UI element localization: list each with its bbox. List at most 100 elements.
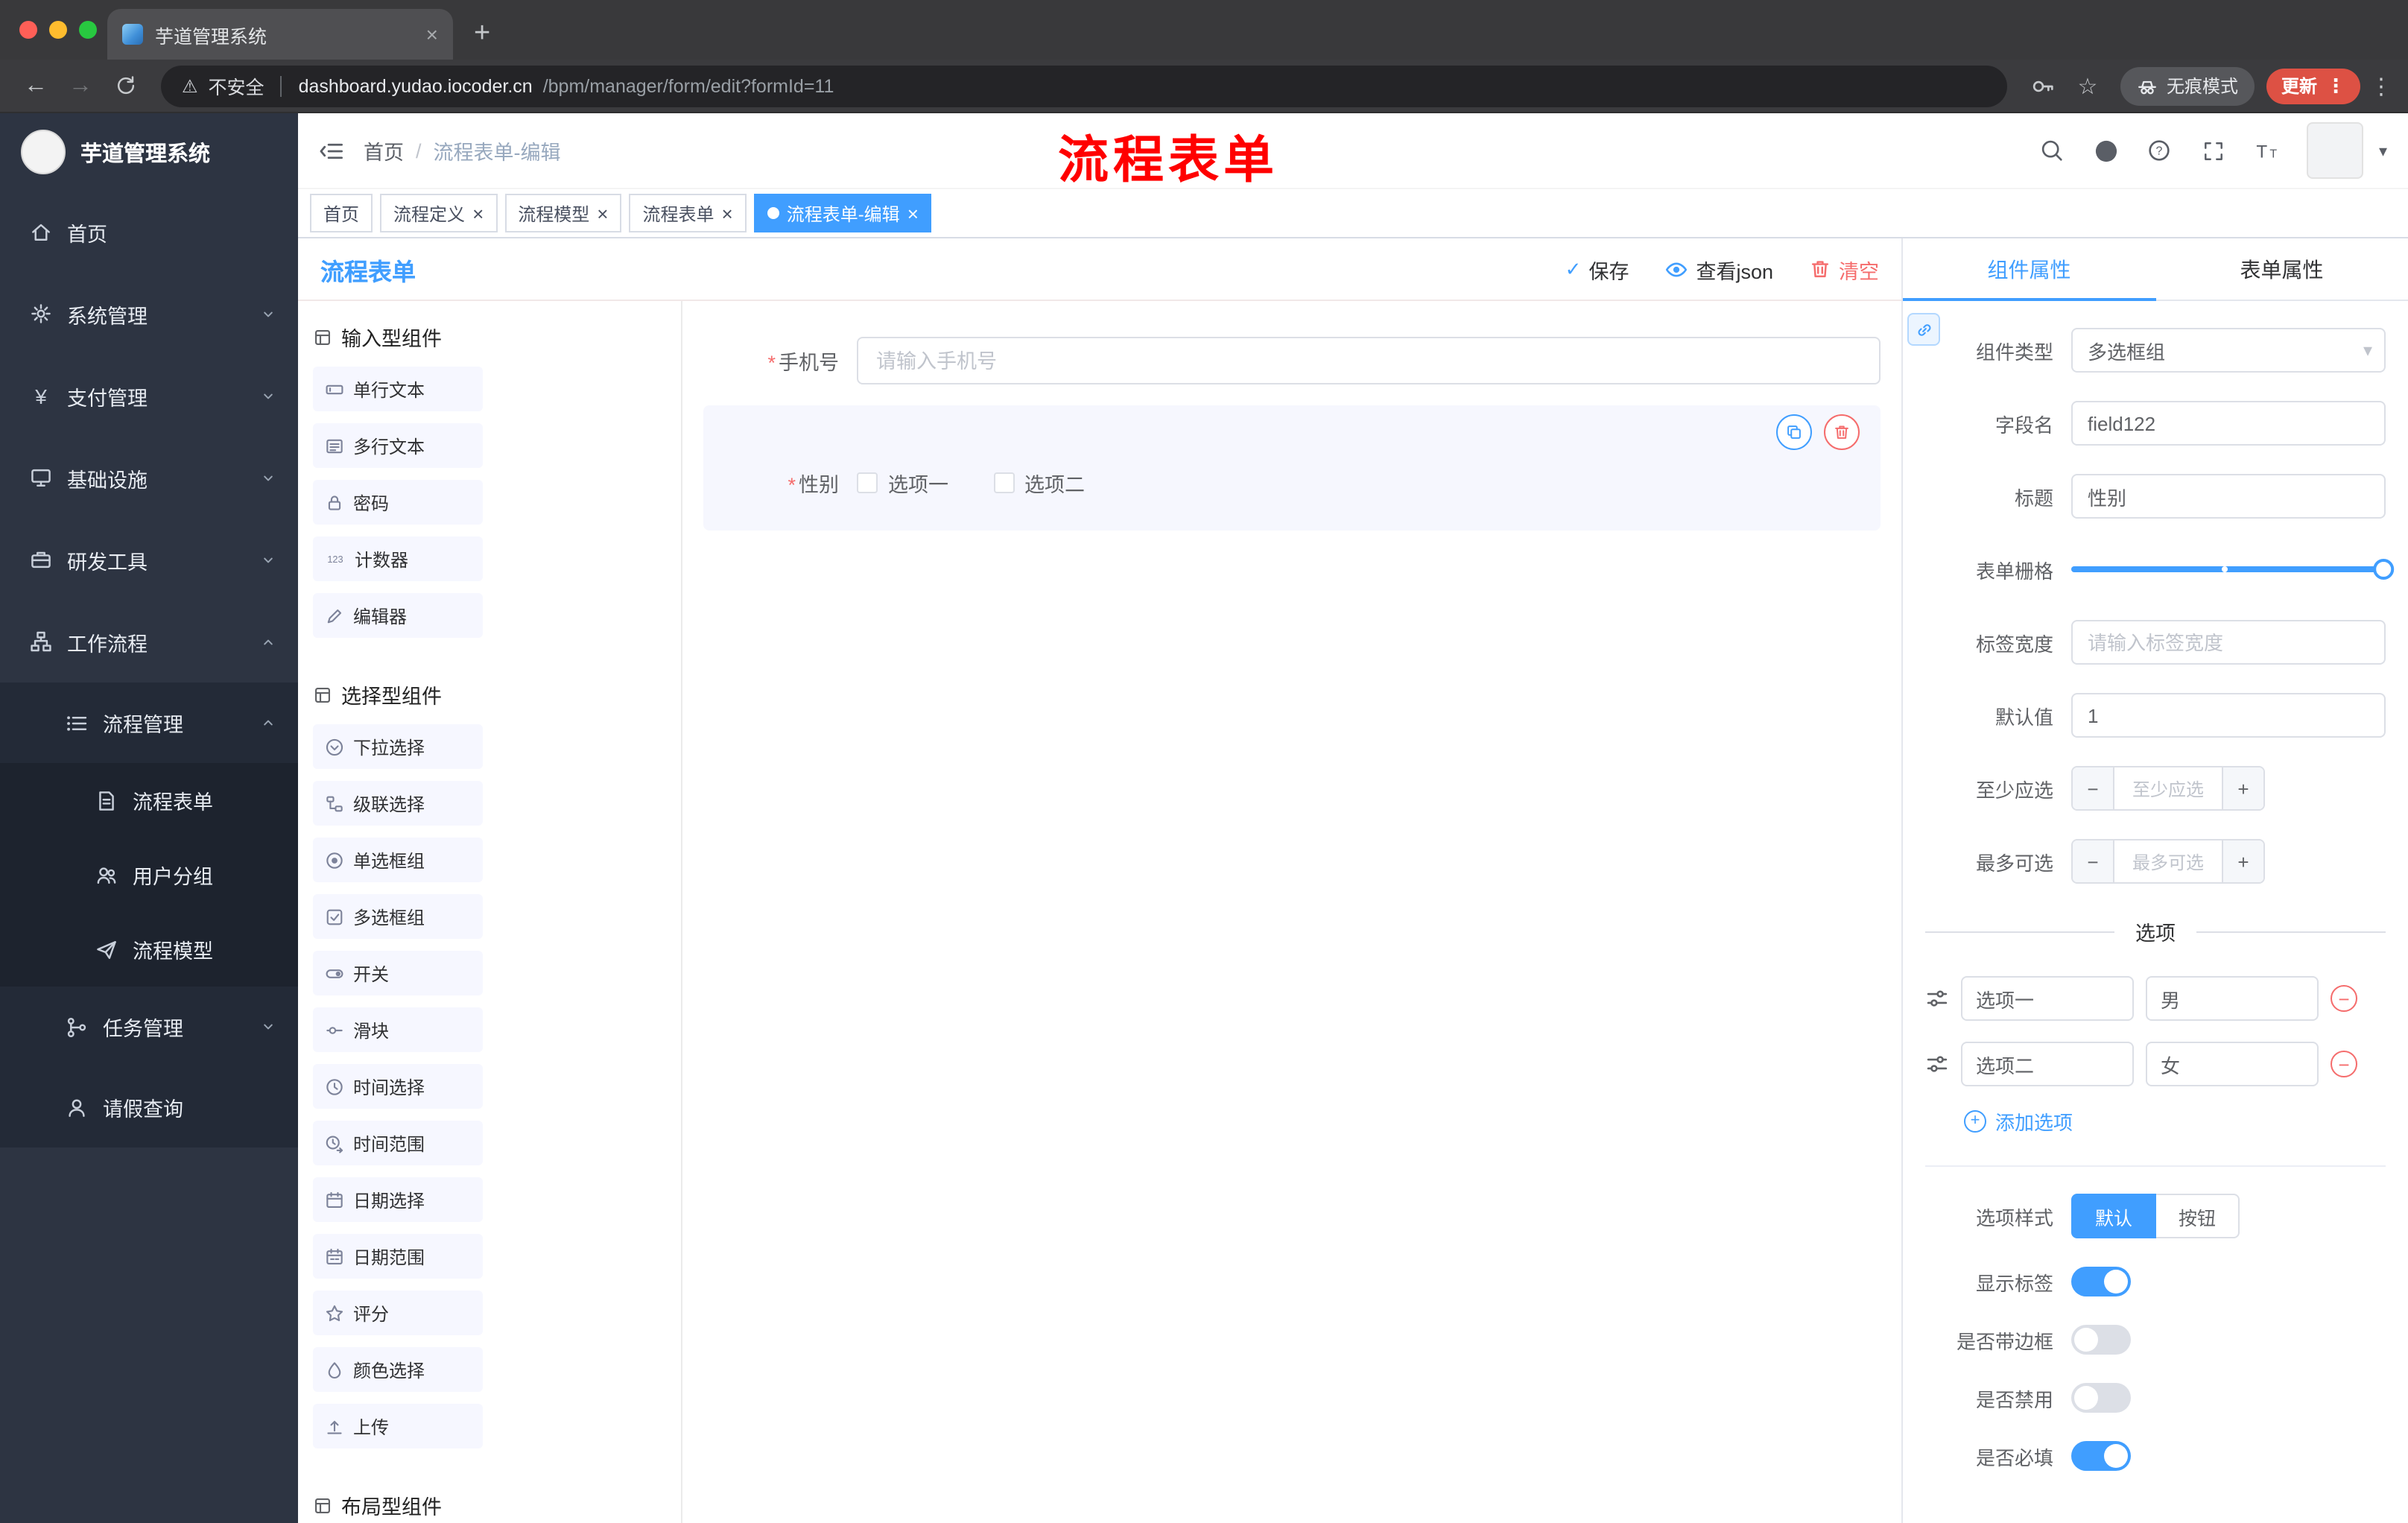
- tab-close-icon[interactable]: ×: [426, 24, 438, 45]
- search-button[interactable]: [2030, 128, 2075, 173]
- tag-close-icon[interactable]: ×: [472, 203, 484, 223]
- tag-close-icon[interactable]: ×: [907, 203, 919, 223]
- gender-checkbox-option1[interactable]: 选项一: [857, 468, 948, 498]
- palette-item-color-picker[interactable]: 颜色选择: [313, 1347, 483, 1392]
- palette-item-checkbox-group[interactable]: 多选框组: [313, 894, 483, 939]
- reload-button[interactable]: [104, 65, 146, 107]
- help-button[interactable]: [2138, 128, 2182, 173]
- slider-track[interactable]: [2071, 566, 2386, 572]
- tab-form-props[interactable]: 表单属性: [2155, 238, 2408, 300]
- palette-item-switch[interactable]: 开关: [313, 951, 483, 995]
- option-value-input[interactable]: [2146, 1042, 2319, 1086]
- remove-option-button[interactable]: −: [2331, 1051, 2357, 1077]
- max-select-value[interactable]: 最多可选: [2114, 840, 2222, 882]
- sidebar-item-process-model[interactable]: 流程模型: [0, 912, 298, 987]
- user-avatar[interactable]: [2307, 122, 2364, 179]
- grid-slider[interactable]: [2071, 547, 2395, 592]
- clear-button[interactable]: 清空: [1809, 254, 1879, 284]
- copy-item-button[interactable]: [1776, 414, 1812, 450]
- palette-item-cascader[interactable]: 级联选择: [313, 781, 483, 826]
- increase-button[interactable]: +: [2222, 767, 2263, 809]
- sidebar-logo[interactable]: 芋道管理系统: [0, 113, 298, 191]
- palette-item-date-range[interactable]: 日期范围: [313, 1234, 483, 1279]
- fullscreen-button[interactable]: [2191, 128, 2236, 173]
- style-button-button[interactable]: 按钮: [2156, 1194, 2240, 1238]
- bookmark-star-icon[interactable]: ☆: [2067, 65, 2108, 107]
- font-size-button[interactable]: [2245, 128, 2290, 173]
- tag-process-definition[interactable]: 流程定义 ×: [380, 194, 498, 232]
- checkbox-box[interactable]: [993, 472, 1014, 493]
- required-toggle[interactable]: [2071, 1441, 2131, 1471]
- palette-item-time-picker[interactable]: 时间选择: [313, 1064, 483, 1109]
- title-input[interactable]: [2071, 474, 2386, 519]
- checkbox-box[interactable]: [857, 472, 878, 493]
- sidebar-item-system-management[interactable]: 系统管理: [0, 273, 298, 355]
- gender-checkbox-option2[interactable]: 选项二: [993, 468, 1085, 498]
- decrease-button[interactable]: −: [2073, 767, 2114, 809]
- breadcrumb-home[interactable]: 首页: [364, 136, 404, 165]
- window-close-button[interactable]: [19, 21, 37, 39]
- sidebar-item-process-management[interactable]: 流程管理: [0, 683, 298, 763]
- address-bar[interactable]: ⚠ 不安全 dashboard.yudao.iocoder.cn /bpm/ma…: [161, 65, 2007, 107]
- disabled-toggle[interactable]: [2071, 1383, 2131, 1413]
- back-button[interactable]: ←: [15, 65, 57, 107]
- palette-item-slider[interactable]: 滑块: [313, 1007, 483, 1052]
- gender-field-selected[interactable]: * 性别 选项一 选项二: [703, 405, 1881, 531]
- sidebar-item-payment-management[interactable]: ¥ 支付管理: [0, 355, 298, 437]
- save-button[interactable]: ✓ 保存: [1565, 254, 1629, 284]
- tag-home[interactable]: 首页: [310, 194, 373, 232]
- avatar-caret-icon[interactable]: ▾: [2379, 141, 2387, 160]
- remove-option-button[interactable]: −: [2331, 985, 2357, 1012]
- browser-menu-icon[interactable]: ⋮: [2326, 74, 2345, 98]
- palette-item-upload[interactable]: 上传: [313, 1404, 483, 1448]
- field-name-input[interactable]: [2071, 401, 2386, 446]
- palette-item-editor[interactable]: 编辑器: [313, 593, 483, 638]
- sidebar-toggle-button[interactable]: [298, 113, 364, 188]
- browser-tab[interactable]: 芋道管理系统 ×: [107, 9, 453, 60]
- browser-update-button[interactable]: 更新 ⋮: [2266, 68, 2360, 104]
- sidebar-item-user-group[interactable]: 用户分组: [0, 838, 298, 912]
- window-minimize-button[interactable]: [49, 21, 67, 39]
- min-select-value[interactable]: 至少应选: [2114, 767, 2222, 809]
- password-key-icon[interactable]: [2022, 65, 2064, 107]
- view-json-button[interactable]: 查看json: [1664, 254, 1773, 284]
- palette-item-select[interactable]: 下拉选择: [313, 724, 483, 769]
- palette-item-radio-group[interactable]: 单选框组: [313, 838, 483, 882]
- increase-button[interactable]: +: [2222, 840, 2263, 882]
- option-name-input[interactable]: [1961, 976, 2134, 1021]
- browser-overflow-menu[interactable]: ⋮: [2369, 72, 2393, 99]
- sidebar-item-task-management[interactable]: 任务管理: [0, 987, 298, 1067]
- option-name-input[interactable]: [1961, 1042, 2134, 1086]
- palette-item-single-text[interactable]: 单行文本: [313, 367, 483, 411]
- palette-item-date-picker[interactable]: 日期选择: [313, 1177, 483, 1222]
- show-label-toggle[interactable]: [2071, 1267, 2131, 1296]
- style-default-button[interactable]: 默认: [2071, 1194, 2157, 1238]
- link-icon[interactable]: [1907, 313, 1940, 346]
- sidebar-item-home[interactable]: 首页: [0, 191, 298, 273]
- default-value-input[interactable]: [2071, 693, 2386, 738]
- github-button[interactable]: [2084, 128, 2129, 173]
- palette-item-rate[interactable]: 评分: [313, 1291, 483, 1335]
- bordered-toggle[interactable]: [2071, 1325, 2131, 1355]
- label-width-input[interactable]: [2071, 620, 2386, 665]
- tab-component-props[interactable]: 组件属性: [1903, 238, 2155, 301]
- forward-button[interactable]: →: [60, 65, 101, 107]
- palette-item-time-range[interactable]: 时间范围: [313, 1121, 483, 1165]
- slider-handle[interactable]: [2373, 559, 2395, 580]
- add-option-button[interactable]: + 添加选项: [1964, 1107, 2386, 1136]
- palette-item-multi-text[interactable]: 多行文本: [313, 423, 483, 468]
- palette-item-password[interactable]: 密码: [313, 480, 483, 525]
- security-warning-icon[interactable]: ⚠: [182, 75, 198, 96]
- drag-handle-icon[interactable]: [1925, 1052, 1949, 1076]
- tag-process-form-edit[interactable]: 流程表单-编辑 ×: [753, 194, 932, 232]
- tag-process-form[interactable]: 流程表单 ×: [629, 194, 747, 232]
- sidebar-item-infrastructure[interactable]: 基础设施: [0, 437, 298, 519]
- window-zoom-button[interactable]: [79, 21, 97, 39]
- sidebar-item-leave-query[interactable]: 请假查询: [0, 1067, 298, 1147]
- sidebar-item-process-form[interactable]: 流程表单: [0, 763, 298, 838]
- tag-close-icon[interactable]: ×: [722, 203, 733, 223]
- option-value-input[interactable]: [2146, 976, 2319, 1021]
- new-tab-button[interactable]: +: [474, 19, 490, 48]
- palette-item-counter[interactable]: 计数器: [313, 536, 483, 581]
- phone-input[interactable]: [857, 337, 1881, 384]
